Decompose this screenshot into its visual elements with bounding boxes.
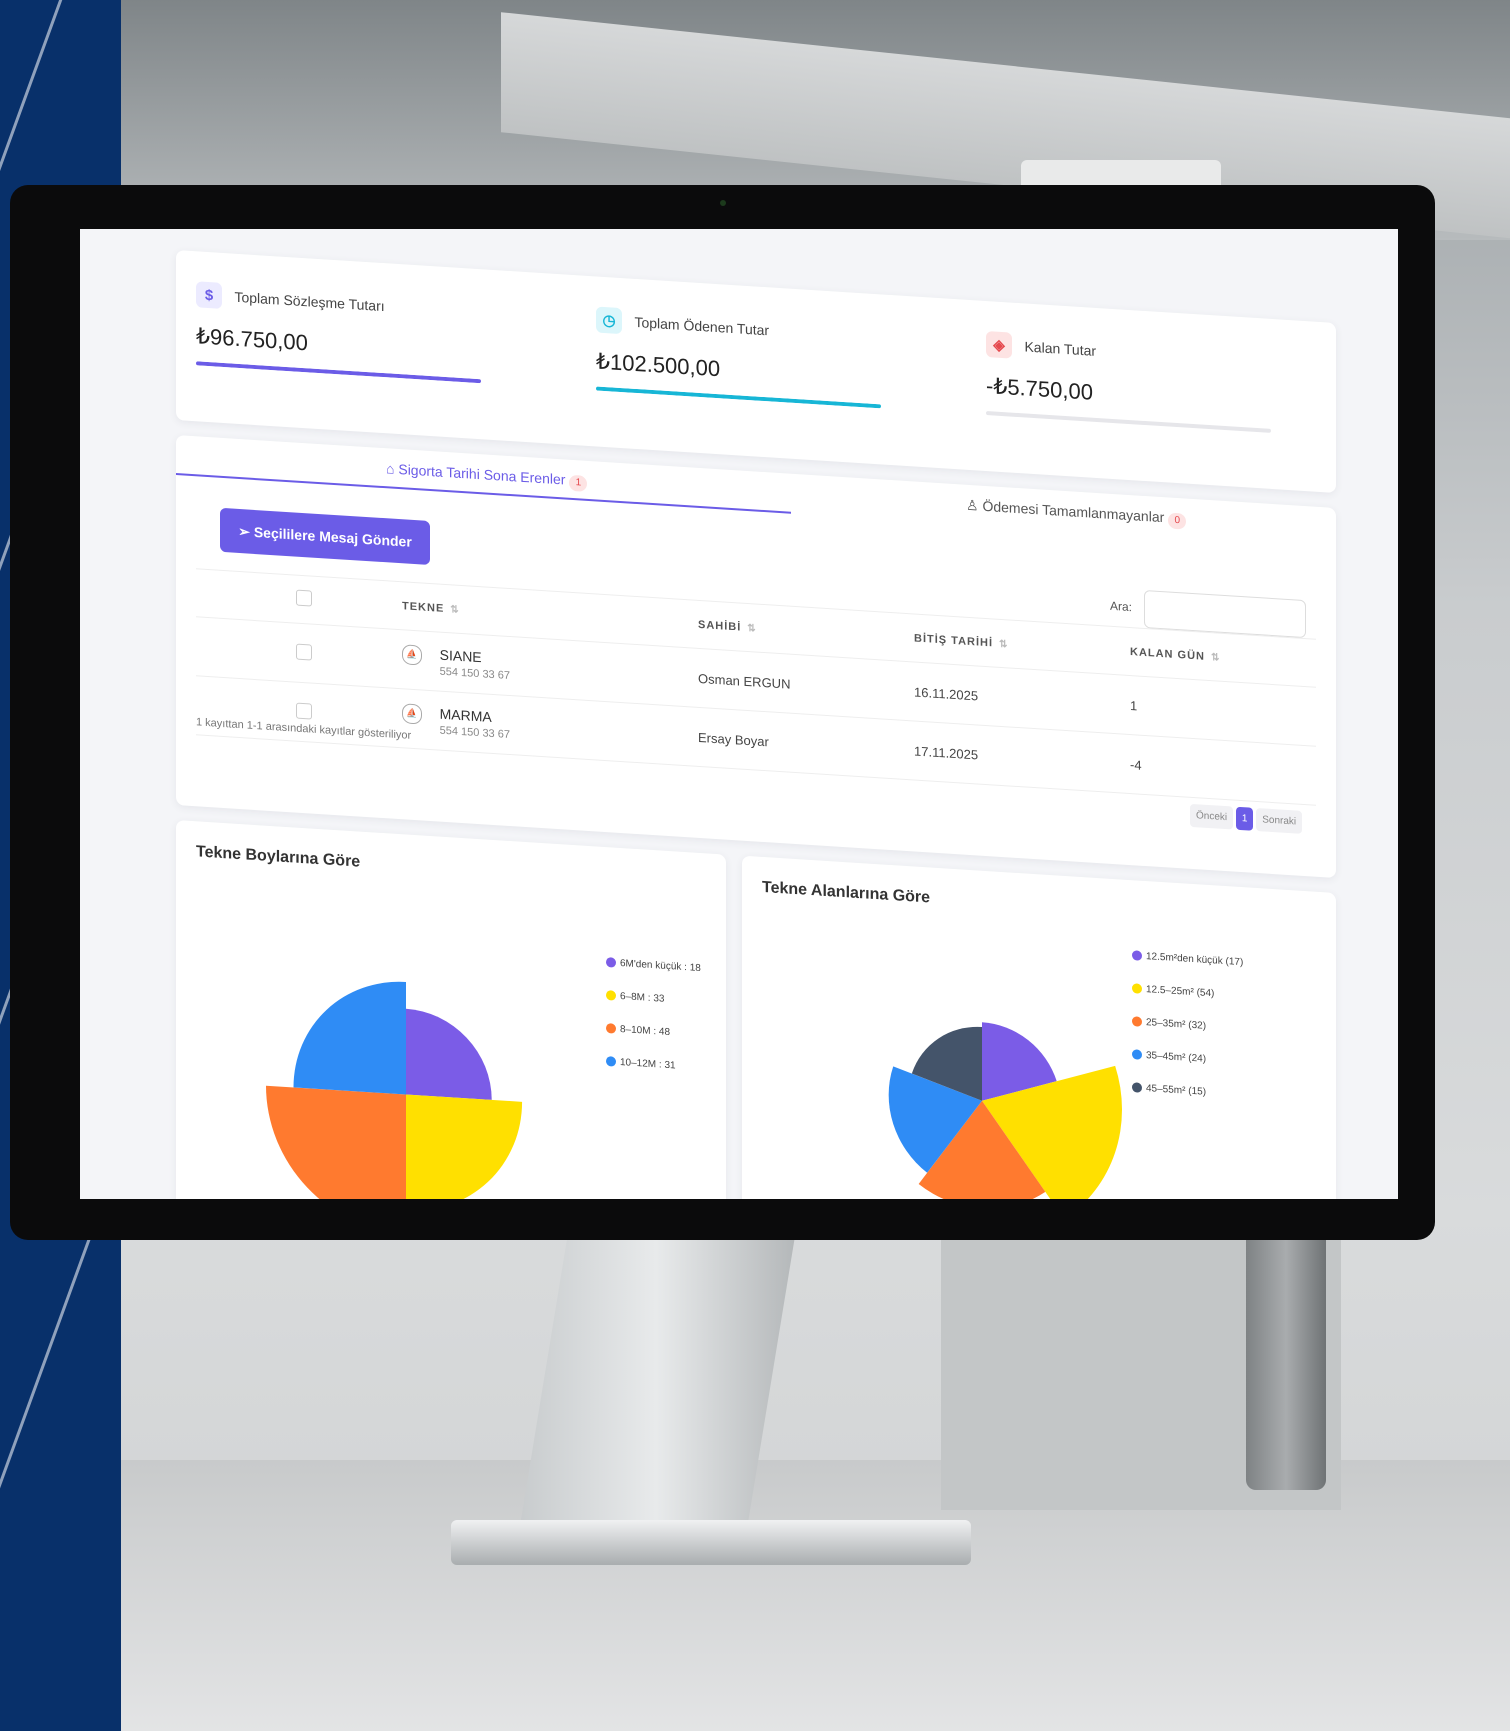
webcam	[720, 200, 726, 206]
boat-phone: 554 150 33 67	[439, 665, 510, 682]
tab-label: Sigorta Tarihi Sona Erenler	[398, 461, 566, 488]
home-icon: ⌂	[386, 460, 395, 477]
legend-item: 35–45m² (24)	[1132, 1049, 1243, 1067]
pie-slice-3	[266, 1085, 406, 1199]
sort-icon: ⇅	[1211, 651, 1221, 664]
stat-value: ₺102.500,00	[596, 348, 721, 382]
stat-total-contract: $ Toplam Sözleşme Tutarı ₺96.750,00	[196, 281, 481, 384]
tab-count-badge: 0	[1168, 512, 1187, 530]
column-label: KALAN GÜN	[1130, 645, 1205, 663]
legend-label: 6–8M : 33	[620, 990, 665, 1005]
stat-total-paid: ◷ Toplam Ödenen Tutar ₺102.500,00	[596, 306, 881, 409]
stat-remaining: ◈ Kalan Tutar -₺5.750,00	[986, 331, 1271, 433]
pie-slice-4	[293, 981, 406, 1095]
column-label: TEKNE	[402, 599, 445, 615]
tab-payment-incomplete[interactable]: ♙ Ödemesi Tamamlanmayanlar 0	[966, 496, 1187, 530]
legend-label: 8–10M : 48	[620, 1023, 671, 1039]
clock-icon: ◷	[596, 306, 622, 335]
wallet-icon: ◈	[986, 331, 1012, 359]
user-icon: ♙	[966, 496, 979, 514]
select-all-checkbox[interactable]	[296, 589, 312, 607]
legend-label: 35–45m² (24)	[1146, 1050, 1207, 1065]
send-message-label: Seçililere Mesaj Gönder	[253, 523, 412, 550]
stat-label: Toplam Sözleşme Tutarı	[234, 288, 385, 315]
legend-item: 45–55m² (15)	[1132, 1082, 1243, 1100]
legend-item: 12.5–25m² (54)	[1132, 983, 1243, 1001]
legend-swatch	[606, 1056, 616, 1068]
row-checkbox[interactable]	[296, 702, 312, 720]
legend-item: 6–8M : 33	[606, 990, 701, 1007]
pagination-page-button[interactable]: 1	[1235, 806, 1254, 831]
chart-legend: 12.5m²den küçük (17) 12.5–25m² (54) 25–3…	[1132, 950, 1243, 1122]
column-label: SAHİBİ	[698, 618, 742, 634]
search-label: Ara:	[1110, 598, 1133, 615]
stat-value: ₺96.750,00	[196, 323, 308, 356]
stat-label: Kalan Tutar	[1024, 338, 1097, 359]
pie-slice-1	[406, 1008, 492, 1100]
column-label: BİTİŞ TARİHİ	[914, 631, 994, 649]
legend-item: 12.5m²den küçük (17)	[1132, 950, 1243, 968]
monitor-base	[451, 1520, 971, 1565]
sort-icon: ⇅	[747, 622, 757, 635]
legend-label: 25–35m² (32)	[1146, 1017, 1207, 1032]
legend-swatch	[606, 1023, 616, 1035]
chart-title: Tekne Alanlarına Göre	[762, 878, 931, 907]
sort-icon: ⇅	[999, 638, 1009, 650]
tab-label: Ödemesi Tamamlanmayanlar	[982, 497, 1165, 526]
boat-icon: ⛵	[402, 702, 422, 725]
chart-title: Tekne Boylarına Göre	[196, 843, 361, 871]
boat-name: MARMA	[439, 705, 492, 725]
chart-card-boat-area: Tekne Alanlarına Göre 12.5m²den küçük (1…	[742, 855, 1336, 1199]
legend-label: 12.5m²den küçük (17)	[1146, 951, 1244, 969]
legend-label: 45–55m² (15)	[1146, 1083, 1207, 1098]
boat-icon: ⛵	[402, 643, 422, 666]
legend-swatch	[606, 957, 616, 969]
legend-label: 12.5–25m² (54)	[1146, 984, 1215, 1000]
dollar-icon: $	[196, 281, 222, 309]
pie-slice-2	[406, 1094, 523, 1199]
legend-swatch	[1132, 983, 1142, 995]
screen: $ Toplam Sözleşme Tutarı ₺96.750,00 ◷ To…	[80, 229, 1398, 1199]
legend-swatch	[1132, 950, 1142, 962]
chart-card-boat-length: Tekne Boylarına Göre 6M'den küçük : 18 6…	[176, 820, 726, 1199]
pagination-next-button[interactable]: Sonraki	[1256, 808, 1303, 834]
boat-name: SIANE	[439, 646, 482, 665]
legend-swatch	[1132, 1082, 1142, 1094]
stat-label: Toplam Ödenen Tutar	[634, 313, 770, 339]
stat-value: -₺5.750,00	[986, 373, 1093, 405]
pie-chart	[888, 1022, 1122, 1199]
legend-item: 10–12M : 31	[606, 1056, 701, 1073]
legend-item: 6M'den küçük : 18	[606, 957, 701, 974]
legend-label: 6M'den küçük : 18	[620, 957, 701, 975]
legend-item: 25–35m² (32)	[1132, 1016, 1243, 1034]
chart-legend: 6M'den küçük : 18 6–8M : 33 8–10M : 48 1…	[606, 957, 701, 1095]
legend-swatch	[1132, 1016, 1142, 1028]
pie-chart	[266, 981, 523, 1199]
send-icon: ➢	[238, 522, 250, 540]
legend-swatch	[606, 990, 616, 1002]
days-left-cell: -4	[1122, 734, 1316, 806]
pagination-prev-button[interactable]: Önceki	[1190, 803, 1234, 830]
legend-swatch	[1132, 1049, 1142, 1061]
legend-item: 8–10M : 48	[606, 1023, 701, 1040]
boat-phone: 554 150 33 67	[439, 724, 510, 741]
row-checkbox[interactable]	[296, 643, 312, 661]
sort-icon: ⇅	[450, 603, 460, 616]
tab-count-badge: 1	[569, 474, 588, 492]
legend-label: 10–12M : 31	[620, 1056, 676, 1072]
